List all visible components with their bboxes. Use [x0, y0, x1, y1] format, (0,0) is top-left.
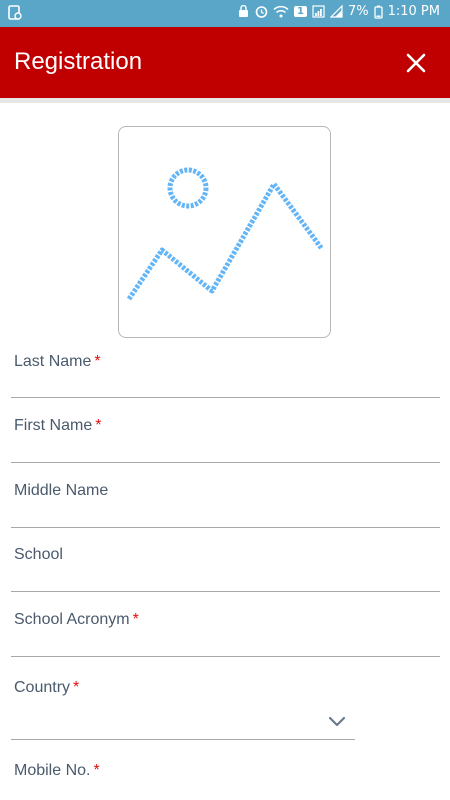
chevron-down-icon[interactable] — [328, 716, 346, 728]
mobile-field[interactable]: Mobile No. * — [0, 759, 450, 800]
mobile-label: Mobile No. — [14, 762, 91, 779]
battery-icon — [373, 5, 383, 19]
first-name-field[interactable]: First Name * — [0, 414, 450, 464]
country-label: Country — [14, 679, 71, 696]
school-field[interactable]: School — [0, 543, 450, 593]
school-acronym-label: School Acronym — [14, 611, 130, 628]
wifi-icon — [273, 5, 289, 18]
school-acronym-underline — [11, 656, 440, 657]
last-name-field[interactable]: Last Name * — [0, 350, 450, 400]
signal-icon — [312, 5, 325, 18]
battery-percent: 7% — [347, 4, 369, 19]
middle-name-label: Middle Name — [14, 482, 109, 499]
middle-name-field[interactable]: Middle Name — [0, 479, 450, 529]
alarm-icon — [255, 6, 268, 18]
required-marker: * — [94, 353, 101, 370]
screenshot-notification-icon — [8, 5, 22, 20]
required-marker: * — [73, 679, 80, 696]
alarm-lock-icon — [239, 5, 249, 17]
last-name-underline — [11, 397, 440, 398]
sim-badge: 1 — [294, 6, 307, 17]
app-bar-shadow — [0, 98, 450, 103]
close-icon[interactable] — [404, 51, 428, 75]
school-label: School — [14, 546, 63, 563]
required-marker: * — [95, 417, 102, 434]
required-marker: * — [132, 611, 139, 628]
middle-name-underline — [11, 527, 440, 528]
status-bar: 1 7% 1:10 PM — [0, 0, 450, 27]
last-name-label: Last Name — [14, 353, 92, 370]
country-underline — [11, 739, 355, 740]
page-title: Registration — [14, 48, 143, 75]
signal-icon-2 — [329, 5, 343, 18]
app-bar: Registration — [0, 27, 450, 98]
school-underline — [11, 591, 440, 592]
image-placeholder-icon — [126, 167, 325, 301]
country-dropdown[interactable]: Country * — [0, 676, 450, 742]
school-acronym-field[interactable]: School Acronym * — [0, 608, 450, 658]
photo-picker[interactable] — [118, 126, 331, 338]
clock: 1:10 PM — [387, 4, 440, 19]
first-name-underline — [11, 462, 440, 463]
required-marker: * — [93, 762, 100, 779]
first-name-label: First Name — [14, 417, 93, 434]
